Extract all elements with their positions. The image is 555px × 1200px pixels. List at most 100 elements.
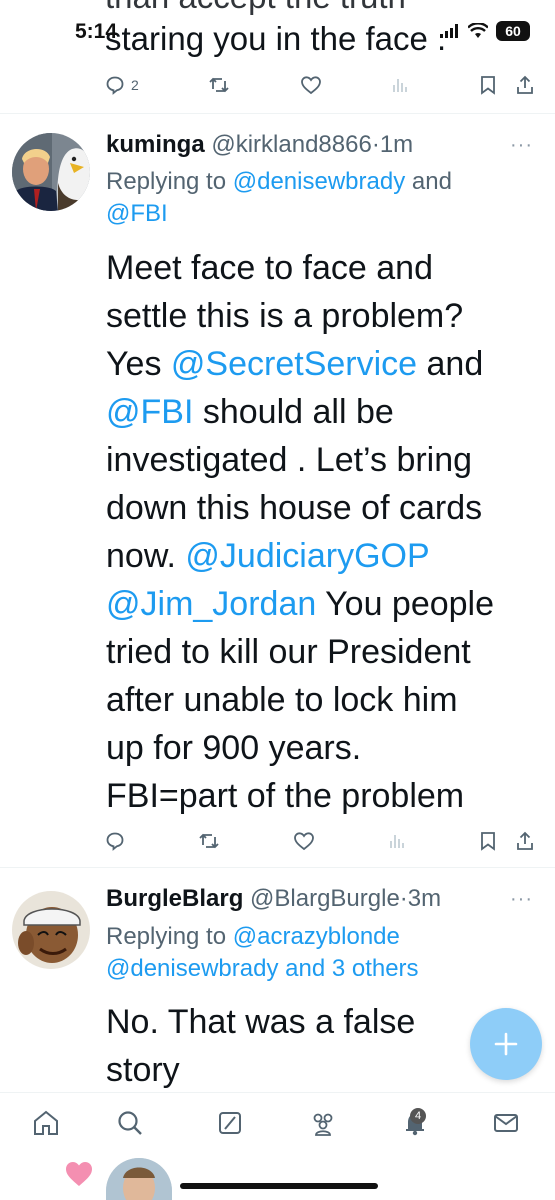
replying-to: Replying to @denisewbrady and @FBI (106, 166, 526, 230)
tweet-line: down this house of cards (106, 489, 483, 527)
reply-count: 2 (131, 77, 139, 93)
tweet-body: No. That was a false story (106, 998, 466, 1094)
more-options-icon[interactable]: ··· (510, 134, 533, 157)
heart-icon (294, 832, 314, 851)
heart-reaction-icon[interactable] (64, 1160, 94, 1193)
bookmark-icon[interactable] (479, 75, 497, 95)
tweet-line: No. That was a false (106, 1003, 416, 1041)
reply-button[interactable]: 2 (105, 75, 139, 95)
tweet-text: and (417, 345, 484, 383)
share-actions (479, 831, 535, 851)
communities-icon (313, 1113, 333, 1136)
avatar-image (12, 891, 90, 969)
previous-tweet-actions: 2 (105, 70, 535, 100)
replying-label: Replying to (106, 923, 227, 950)
separator-dot: · (371, 131, 380, 158)
tweet-line: after unable to lock him (106, 681, 458, 719)
replying-to: Replying to @acrazyblonde @denisewbrady … (106, 921, 526, 985)
tweet-header: BurgleBlarg @BlargBurgle·3m (106, 885, 441, 913)
tweet-text: You people (316, 585, 495, 623)
mention-link[interactable]: @Jim_Jordan (106, 585, 316, 623)
reply-icon (106, 76, 124, 95)
reply-button[interactable] (105, 831, 125, 851)
tweet-line: now. @JudiciaryGOP (106, 532, 546, 580)
status-time: 5:14 (75, 20, 118, 43)
tab-search[interactable] (112, 1105, 148, 1141)
mention-link[interactable]: @denisewbrady (233, 168, 405, 195)
separator-dot: · (399, 885, 408, 912)
retweet-button[interactable] (198, 831, 220, 851)
tweet-text: should all be (193, 393, 394, 431)
views-icon (390, 835, 404, 848)
author-handle[interactable]: @kirkland8866 (211, 131, 371, 158)
status-bar: 5:14 60 (0, 0, 555, 60)
author-handle[interactable]: @BlargBurgle (250, 885, 400, 912)
tweet-line: story (106, 1051, 180, 1089)
plus-icon (494, 1032, 518, 1056)
views-button[interactable] (388, 832, 406, 850)
retweet-button[interactable] (208, 75, 230, 95)
mention-link[interactable]: @FBI (106, 393, 193, 431)
status-icons: 60 (440, 18, 530, 44)
retweet-icon (199, 833, 219, 849)
author-name[interactable]: kuminga (106, 131, 205, 158)
tweet-line: @FBI should all be (106, 388, 546, 436)
share-actions (479, 75, 535, 95)
more-options-icon[interactable]: ··· (510, 888, 533, 911)
mention-link[interactable]: @FBI (106, 200, 168, 227)
avatar-image (12, 133, 90, 211)
avatar-burgleblarg[interactable] (12, 891, 90, 969)
like-button[interactable] (300, 75, 322, 95)
mention-link[interactable]: @denisewbrady and 3 others (106, 955, 419, 982)
tweet-time: 1m (379, 131, 414, 158)
home-indicator[interactable] (180, 1183, 378, 1189)
avatar-kuminga[interactable] (12, 133, 90, 211)
tweet-header: kuminga @kirkland8866·1m (106, 131, 413, 159)
tweet-line: settle this is a problem? (106, 297, 464, 335)
heart-icon (300, 76, 321, 95)
bottom-tab-bar (0, 1092, 555, 1153)
divider (0, 113, 555, 114)
bookmark-icon[interactable] (479, 831, 497, 851)
tab-messages[interactable] (488, 1105, 524, 1141)
share-icon[interactable] (515, 75, 535, 95)
profile-thumbnail[interactable] (106, 1158, 172, 1200)
tweet-text: Yes (106, 345, 171, 383)
tweet-line: FBI=part of the problem (106, 777, 465, 815)
tweet-line: @Jim_Jordan You people (106, 580, 546, 628)
tweet-body: Meet face to face and settle this is a p… (106, 244, 546, 820)
tweet-actions (105, 826, 535, 856)
share-icon[interactable] (515, 831, 535, 851)
wifi-icon (468, 23, 488, 38)
battery-indicator: 60 (496, 21, 530, 41)
grok-icon (219, 1112, 241, 1134)
replying-label: Replying to (106, 168, 227, 195)
home-icon (34, 1110, 58, 1135)
like-button[interactable] (293, 831, 315, 851)
views-icon (393, 79, 408, 92)
tweet-line: Yes @SecretService and (106, 340, 546, 388)
tab-home[interactable] (28, 1105, 64, 1141)
mention-link[interactable]: @acrazyblonde (233, 923, 400, 950)
retweet-icon (209, 77, 229, 93)
reply-icon (106, 832, 124, 851)
tweet-time: 3m (407, 885, 442, 912)
tab-communities[interactable] (305, 1105, 341, 1141)
tweet-line: Meet face to face and (106, 249, 433, 287)
author-name[interactable]: BurgleBlarg (106, 885, 243, 912)
search-icon (118, 1111, 142, 1135)
replying-and: and (411, 168, 452, 195)
compose-button[interactable] (470, 1008, 542, 1080)
mention-link[interactable]: @JudiciaryGOP (185, 537, 429, 575)
mention-link[interactable]: @SecretService (171, 345, 417, 383)
divider (0, 867, 555, 868)
views-button[interactable] (391, 76, 409, 94)
signal-icon (440, 24, 458, 38)
tab-grok[interactable] (212, 1105, 248, 1141)
tweet-line: up for 900 years. (106, 729, 362, 767)
tweet-line: investigated . Let’s bring (106, 441, 473, 479)
tweet-text: now. (106, 537, 186, 575)
mail-icon (494, 1114, 518, 1132)
notification-badge: 4 (410, 1108, 426, 1124)
tweet-line: tried to kill our President (106, 633, 471, 671)
